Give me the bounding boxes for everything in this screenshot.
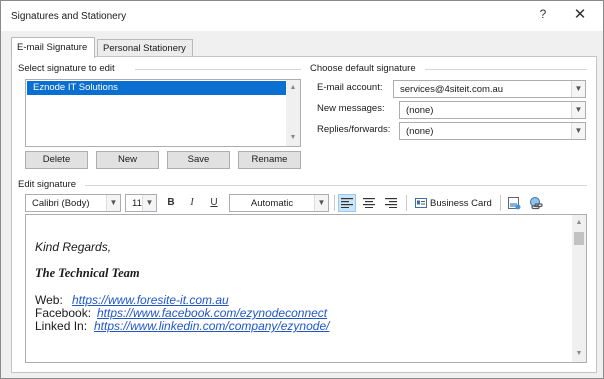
scroll-down-icon[interactable]: ▼ [572, 348, 586, 360]
new-messages-value: (none) [406, 105, 434, 116]
email-account-value: services@4siteit.com.au [400, 84, 504, 95]
signature-editor[interactable]: Kind Regards, The Technical Team Web: ht… [25, 214, 587, 363]
toolbar-separator [406, 195, 407, 211]
underline-button[interactable]: U [205, 194, 223, 212]
web-link[interactable]: https://www.foresite-it.com.au [72, 293, 229, 307]
divider [85, 185, 587, 186]
replies-forwards-select[interactable]: (none) ▼ [399, 122, 586, 140]
replies-forwards-value: (none) [406, 126, 434, 137]
insert-hyperlink-icon[interactable] [527, 194, 545, 212]
list-scrollbar[interactable]: ▲ ▼ [286, 80, 300, 146]
bold-button[interactable]: B [162, 194, 180, 212]
linkedin-label: Linked In: [35, 319, 88, 333]
align-left-icon[interactable] [338, 194, 356, 212]
facebook-link[interactable]: https://www.facebook.com/ezynodeconnect [97, 306, 327, 320]
font-size-value: 11 [132, 198, 142, 209]
close-button[interactable]: ✕ [571, 5, 589, 25]
toolbar-separator [500, 195, 501, 211]
signature-line-closing: Kind Regards, [35, 240, 112, 254]
chevron-down-icon[interactable]: ▼ [571, 123, 585, 139]
window-title: Signatures and Stationery [11, 11, 127, 22]
divider [425, 69, 587, 70]
font-name-select[interactable]: Calibri (Body) ▼ [25, 194, 121, 212]
help-button[interactable]: ? [535, 7, 551, 25]
new-messages-label: New messages: [317, 103, 385, 114]
tab-personal-stationery[interactable]: Personal Stationery [97, 39, 193, 57]
signatures-dialog: Signatures and Stationery ? ✕ E-mail Sig… [0, 0, 604, 379]
select-signature-label: Select signature to edit [18, 63, 115, 74]
signature-line-team: The Technical Team [35, 266, 140, 280]
business-card-button[interactable]: Business Card [413, 195, 499, 213]
new-button[interactable]: New [96, 151, 159, 169]
chevron-down-icon[interactable]: ▼ [314, 195, 328, 211]
italic-button[interactable]: I [183, 194, 201, 212]
business-card-icon [415, 198, 427, 208]
chevron-down-icon[interactable]: ▼ [106, 195, 120, 211]
font-color-value: Automatic [250, 198, 294, 209]
scroll-up-icon[interactable]: ▲ [572, 217, 586, 229]
save-button[interactable]: Save [167, 151, 230, 169]
email-account-label: E-mail account: [317, 82, 383, 93]
scroll-up-icon[interactable]: ▲ [286, 82, 300, 94]
email-account-select[interactable]: services@4siteit.com.au ▼ [393, 80, 586, 98]
align-right-icon[interactable] [382, 194, 400, 212]
align-center-icon[interactable] [360, 194, 378, 212]
insert-picture-icon[interactable] [505, 194, 523, 212]
font-size-select[interactable]: 11 ▼ [125, 194, 157, 212]
rename-button[interactable]: Rename [238, 151, 301, 169]
business-card-label: Business Card [430, 198, 492, 209]
divider [135, 69, 301, 70]
signature-list-item[interactable]: Eznode IT Solutions [27, 81, 287, 95]
title-bar: Signatures and Stationery ? ✕ [1, 1, 603, 31]
default-signature-label: Choose default signature [310, 63, 416, 74]
new-messages-select[interactable]: (none) ▼ [399, 101, 586, 119]
font-color-select[interactable]: Automatic ▼ [229, 194, 329, 212]
scroll-thumb[interactable] [574, 232, 584, 245]
delete-button[interactable]: Delete [25, 151, 88, 169]
replies-forwards-label: Replies/forwards: [317, 124, 391, 135]
edit-signature-label: Edit signature [18, 179, 77, 190]
facebook-label: Facebook: [35, 306, 92, 320]
web-label: Web: [35, 293, 63, 307]
font-name-value: Calibri (Body) [32, 198, 90, 209]
chevron-down-icon[interactable]: ▼ [142, 195, 156, 211]
signature-list[interactable]: Eznode IT Solutions ▲ ▼ [25, 79, 301, 147]
tab-email-signature[interactable]: E-mail Signature [11, 37, 95, 58]
editor-scrollbar[interactable]: ▲ ▼ [572, 215, 586, 362]
chevron-down-icon[interactable]: ▼ [571, 102, 585, 118]
linkedin-link[interactable]: https://www.linkedin.com/company/ezynode… [94, 319, 329, 333]
chevron-down-icon[interactable]: ▼ [571, 81, 585, 97]
toolbar-separator [334, 195, 335, 211]
scroll-down-icon[interactable]: ▼ [286, 132, 300, 144]
